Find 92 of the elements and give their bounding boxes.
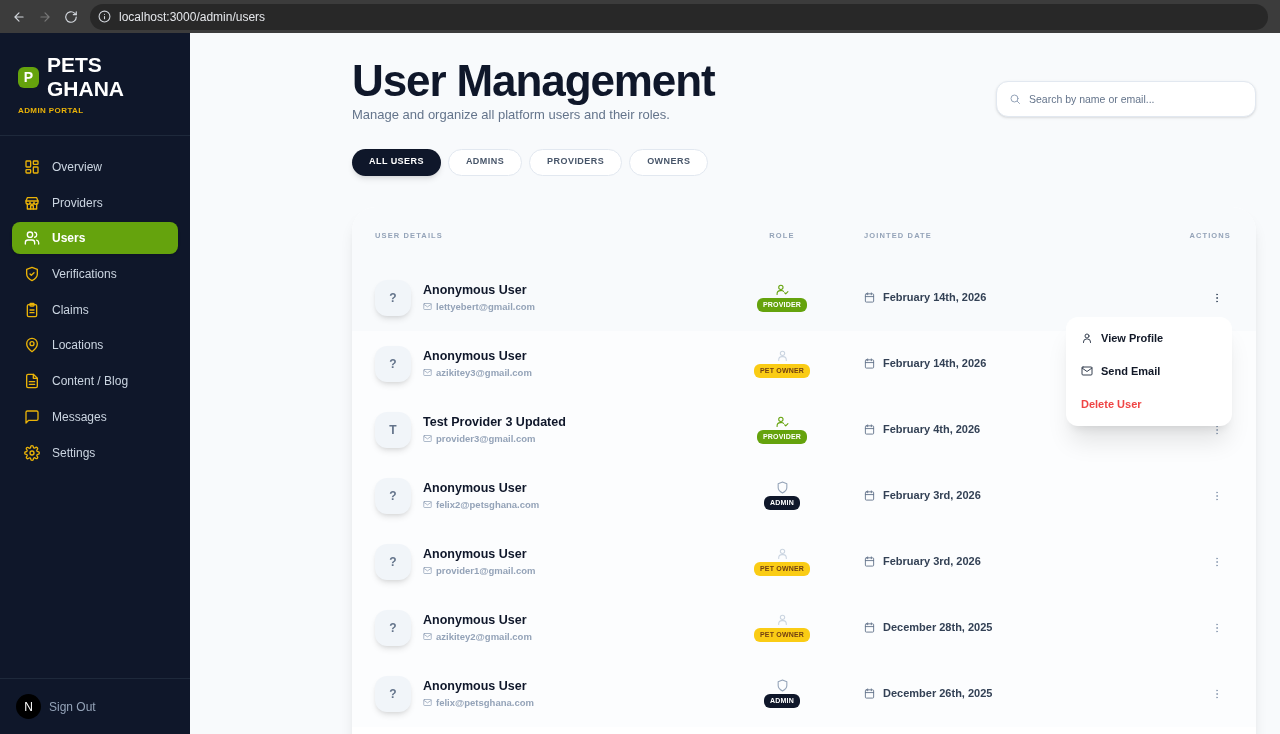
- search-field[interactable]: Search by name or email...: [996, 81, 1256, 117]
- joined-date: February 14th, 2026: [883, 290, 987, 306]
- mail-icon: [423, 368, 432, 378]
- sign-out-link[interactable]: Sign Out: [49, 697, 96, 716]
- page-subtitle: Manage and organize all platform users and their roles.: [352, 106, 671, 124]
- portal-label: ADMIN PORTAL: [18, 105, 85, 117]
- sidebar-item[interactable]: Messages: [12, 400, 178, 433]
- url-text: localhost:3000/admin/users: [119, 8, 266, 26]
- sidebar-item[interactable]: Providers: [12, 186, 178, 219]
- shield-icon: [775, 480, 789, 494]
- mail-icon: [423, 500, 432, 510]
- sidebar-item[interactable]: Claims: [12, 293, 178, 326]
- user-icon: [775, 612, 789, 626]
- user-name: Anonymous User: [423, 348, 528, 365]
- user-check-icon: [775, 414, 789, 428]
- calendar-icon: [864, 292, 875, 303]
- calendar-icon: [864, 622, 875, 633]
- user-check-icon: [775, 282, 789, 296]
- mail-icon: [1081, 365, 1093, 377]
- joined-date: February 4th, 2026: [883, 422, 981, 438]
- user-avatar: ?: [375, 477, 411, 514]
- calendar-icon: [864, 490, 875, 501]
- settings-icon: [24, 444, 40, 461]
- joined-date: February 3rd, 2026: [883, 488, 981, 504]
- user-avatar: ?: [375, 609, 411, 646]
- menu-item[interactable]: Delete User: [1066, 387, 1232, 421]
- user-email: azikitey2@gmail.com: [436, 629, 532, 644]
- reload-icon: [64, 9, 78, 24]
- forward-arrow-icon: [38, 9, 52, 24]
- user-name: Anonymous User: [423, 546, 528, 563]
- message-icon: [24, 408, 40, 425]
- user-name: Anonymous User: [423, 282, 528, 299]
- user-icon: [1081, 332, 1093, 344]
- user-email: felix2@petsghana.com: [436, 497, 540, 512]
- search-icon: [1009, 93, 1021, 105]
- filter-tab[interactable]: ALL USERS: [352, 148, 441, 176]
- address-bar[interactable]: localhost:3000/admin/users: [90, 3, 1268, 30]
- user-icon: [775, 546, 789, 560]
- user-avatar: ?: [375, 543, 411, 580]
- user-name: Anonymous User: [423, 678, 528, 695]
- mail-icon: [423, 434, 432, 444]
- calendar-icon: [864, 688, 875, 699]
- location-pin-icon: [24, 337, 40, 354]
- mail-icon: [423, 698, 432, 708]
- filter-tab[interactable]: PROVIDERS: [529, 148, 623, 176]
- calendar-icon: [864, 424, 875, 435]
- sidebar-item[interactable]: Settings: [12, 436, 178, 469]
- menu-item[interactable]: Send Email: [1066, 354, 1232, 388]
- filter-tab[interactable]: OWNERS: [629, 148, 709, 176]
- sidebar-item[interactable]: Locations: [12, 329, 178, 362]
- clipboard-icon: [24, 301, 40, 318]
- sidebar-item[interactable]: Verifications: [12, 258, 178, 291]
- filter-tab[interactable]: ADMINS: [447, 148, 523, 176]
- store-icon: [24, 194, 40, 211]
- mail-icon: [423, 632, 432, 642]
- sidebar-item[interactable]: Overview: [12, 151, 178, 183]
- grid-icon: [24, 159, 40, 175]
- calendar-icon: [864, 556, 875, 567]
- user-email: lettyebert@gmail.com: [436, 299, 535, 314]
- user-icon: [775, 348, 789, 362]
- brand-name: GHANA: [47, 77, 124, 101]
- user-name: Anonymous User: [423, 612, 528, 629]
- user-email: felix@petsghana.com: [436, 695, 534, 710]
- back-arrow-icon: [12, 9, 26, 24]
- user-avatar: ?: [375, 279, 411, 316]
- user-email: provider3@gmail.com: [436, 431, 536, 446]
- calendar-icon: [864, 358, 875, 369]
- shield-check-icon: [24, 266, 40, 283]
- joined-date: December 28th, 2025: [883, 620, 993, 636]
- menu-item[interactable]: View Profile: [1066, 321, 1232, 355]
- search-input[interactable]: Search by name or email...: [1029, 82, 1243, 116]
- user-avatar: ?: [375, 345, 411, 382]
- page-title: User Management: [352, 57, 715, 105]
- shield-icon: [775, 678, 789, 692]
- brand-name: PETS: [47, 53, 103, 77]
- document-icon: [24, 373, 40, 390]
- joined-date: December 26th, 2025: [883, 686, 993, 702]
- user-avatar: T: [375, 411, 411, 448]
- user-name: Test Provider 3 Updated: [423, 414, 566, 431]
- dev-badge[interactable]: N: [16, 694, 41, 719]
- joined-date: February 3rd, 2026: [883, 554, 981, 570]
- users-icon: [24, 230, 40, 247]
- user-avatar: ?: [375, 675, 411, 712]
- sidebar-item[interactable]: Content / Blog: [12, 365, 178, 398]
- joined-date: February 14th, 2026: [883, 356, 987, 372]
- mail-icon: [423, 302, 432, 312]
- user-name: Anonymous User: [423, 480, 528, 497]
- info-icon: [98, 10, 111, 23]
- user-email: azikitey3@gmail.com: [436, 365, 532, 380]
- mail-icon: [423, 566, 432, 576]
- user-email: provider1@gmail.com: [436, 563, 536, 578]
- logo-mark: P: [18, 66, 39, 88]
